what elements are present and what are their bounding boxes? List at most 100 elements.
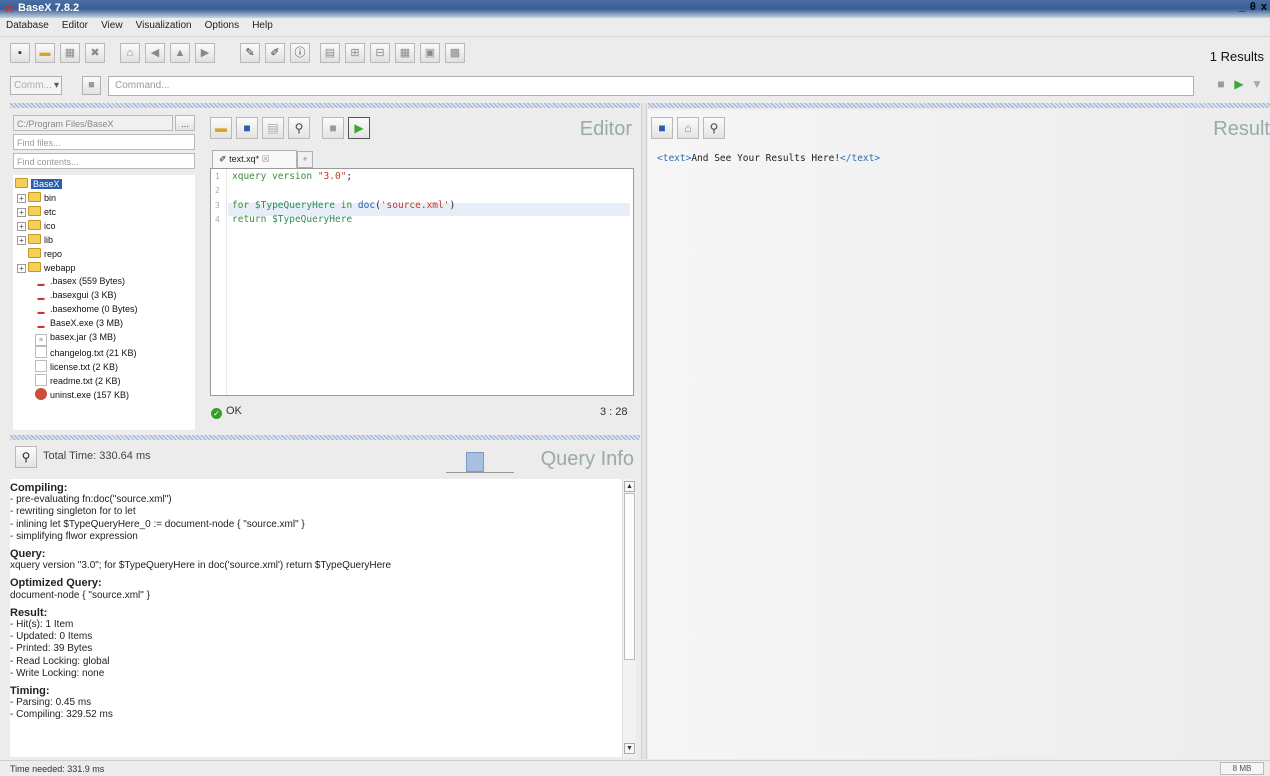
new-database-icon[interactable]: ▪ bbox=[10, 43, 30, 63]
tree-view-icon[interactable]: ⊟ bbox=[370, 43, 390, 63]
stop-command-button[interactable]: ■ bbox=[82, 76, 101, 95]
filter-icon[interactable]: ▼ bbox=[1248, 77, 1266, 91]
menu-help[interactable]: Help bbox=[246, 18, 277, 31]
home-icon[interactable]: ⌂ bbox=[677, 117, 699, 139]
project-path[interactable]: C:/Program Files/BaseX bbox=[13, 115, 173, 131]
tab-text-xq[interactable]: ✐ text.xq* ☒ bbox=[212, 150, 297, 168]
tree-file[interactable]: license.txt (2 KB) bbox=[35, 360, 118, 372]
compiling-line: - pre-evaluating fn:doc("source.xml") bbox=[10, 494, 172, 506]
run-query-icon[interactable]: ▶ bbox=[348, 117, 370, 139]
memory-indicator[interactable]: 8 MB bbox=[1220, 762, 1264, 775]
tree-file[interactable]: ≡ basex.jar (3 MB) bbox=[35, 332, 116, 346]
main-toolbar: ▪ ▬ ▦ ✖ ⌂ ◀ ▲ ▶ ✎ ✐ ⓘ ▤ ⊞ ⊟ ▦ ▣ ▩ 1 Resu… bbox=[0, 36, 1270, 70]
up-icon[interactable]: ▲ bbox=[170, 43, 190, 63]
code-line-4: return $TypeQueryHere bbox=[232, 214, 353, 225]
home-icon[interactable]: ⌂ bbox=[120, 43, 140, 63]
forward-icon[interactable]: ▶ bbox=[195, 43, 215, 63]
scroll-thumb[interactable] bbox=[624, 493, 635, 660]
expand-icon[interactable]: + bbox=[17, 208, 26, 217]
editor-view-icon[interactable]: ✐ bbox=[265, 43, 285, 63]
code-editor[interactable]: 1 2 3 4 xquery version "3.0"; for $TypeQ… bbox=[210, 168, 634, 396]
query-info-text: Compiling: - pre-evaluating fn:doc("sour… bbox=[10, 479, 622, 757]
expand-icon[interactable]: + bbox=[17, 194, 26, 203]
info-view-icon[interactable]: ⓘ bbox=[290, 43, 310, 63]
folder-icon bbox=[28, 262, 41, 272]
splitter-middle[interactable] bbox=[10, 435, 640, 440]
new-tab-button[interactable]: + bbox=[297, 151, 313, 168]
map-view-icon[interactable]: ⊞ bbox=[345, 43, 365, 63]
scroll-down-icon[interactable]: ▼ bbox=[624, 743, 635, 754]
run-icon[interactable]: ▶ bbox=[1230, 77, 1248, 91]
jar-icon: ≡ bbox=[35, 334, 47, 346]
expand-icon[interactable]: + bbox=[17, 264, 26, 273]
stop-query-icon[interactable]: ■ bbox=[322, 117, 344, 139]
open-database-icon[interactable]: ▬ bbox=[35, 43, 55, 63]
query-info-title: Query Info bbox=[540, 448, 634, 470]
menu-database[interactable]: Database bbox=[0, 18, 53, 31]
tree-folder[interactable]: etc bbox=[28, 206, 56, 217]
text-file-icon bbox=[35, 360, 47, 372]
tree-root[interactable]: BaseX bbox=[15, 178, 62, 189]
folder-label: webapp bbox=[44, 263, 76, 273]
folder-icon bbox=[28, 220, 41, 230]
close-database-icon[interactable]: ✖ bbox=[85, 43, 105, 63]
code-line-1: xquery version "3.0"; bbox=[232, 171, 353, 182]
tree-file[interactable]: readme.txt (2 KB) bbox=[35, 374, 121, 386]
input-mode-select[interactable]: Comm... ▾ bbox=[10, 76, 62, 95]
menu-editor[interactable]: Editor bbox=[56, 18, 92, 31]
tree-file[interactable]: ▬ BaseX.exe (3 MB) bbox=[35, 318, 124, 333]
menu-options[interactable]: Options bbox=[199, 18, 243, 31]
back-icon[interactable]: ◀ bbox=[145, 43, 165, 63]
save-result-icon[interactable]: ■ bbox=[651, 117, 673, 139]
tree-folder[interactable]: repo bbox=[28, 248, 62, 259]
plot-view-icon[interactable]: ▩ bbox=[445, 43, 465, 63]
tree-file[interactable]: uninst.exe (157 KB) bbox=[35, 388, 129, 400]
tree-root-label: BaseX bbox=[31, 179, 62, 189]
project-view-icon[interactable]: ✎ bbox=[240, 43, 260, 63]
find-files-input[interactable]: Find files... bbox=[13, 134, 195, 150]
close-file-icon[interactable]: ▤ bbox=[262, 117, 284, 139]
search-icon[interactable]: ⚲ bbox=[288, 117, 310, 139]
open-file-icon[interactable]: ▬ bbox=[210, 117, 232, 139]
explore-view-icon[interactable]: ▣ bbox=[420, 43, 440, 63]
search-icon[interactable]: ⚲ bbox=[703, 117, 725, 139]
result-line: - Write Locking: none bbox=[10, 667, 105, 679]
menu-visualization[interactable]: Visualization bbox=[130, 18, 196, 31]
vertical-splitter[interactable] bbox=[641, 103, 647, 759]
tree-folder[interactable]: bin bbox=[28, 192, 56, 203]
tree-folder[interactable]: ico bbox=[28, 220, 56, 231]
tree-folder[interactable]: lib bbox=[28, 234, 53, 245]
text-file-icon bbox=[35, 374, 47, 386]
info-scrollbar[interactable]: ▲ ▼ bbox=[622, 479, 636, 757]
text-view-icon[interactable]: ▤ bbox=[320, 43, 340, 63]
window-controls[interactable]: _ θ x bbox=[1239, 1, 1268, 13]
search-icon[interactable]: ⚲ bbox=[15, 446, 37, 468]
expand-icon[interactable]: + bbox=[17, 222, 26, 231]
file-label: basex.jar (3 MB) bbox=[50, 332, 117, 342]
database-properties-icon[interactable]: ▦ bbox=[60, 43, 80, 63]
menu-view[interactable]: View bbox=[95, 18, 127, 31]
timing-baseline bbox=[446, 472, 514, 473]
tree-folder[interactable]: webapp bbox=[28, 262, 76, 273]
save-file-icon[interactable]: ■ bbox=[236, 117, 258, 139]
splitter-top-right[interactable] bbox=[648, 103, 1270, 108]
expand-icon[interactable]: + bbox=[17, 236, 26, 245]
table-view-icon[interactable]: ▦ bbox=[395, 43, 415, 63]
menu-bar: Database Editor View Visualization Optio… bbox=[0, 18, 1270, 35]
splitter-top-left[interactable] bbox=[10, 103, 640, 108]
close-tab-icon[interactable]: ☒ bbox=[262, 154, 270, 164]
command-input[interactable]: Command... bbox=[108, 76, 1194, 96]
browse-path-button[interactable]: ... bbox=[175, 115, 195, 131]
find-contents-input[interactable]: Find contents... bbox=[13, 153, 195, 169]
stop-icon[interactable]: ■ bbox=[1212, 77, 1230, 91]
tree-file[interactable]: ▬ .basexhome (0 Bytes) bbox=[35, 304, 138, 319]
tree-file[interactable]: ▬ .basexgui (3 KB) bbox=[35, 290, 117, 305]
line-number: 3 bbox=[215, 201, 220, 210]
result-line: - Read Locking: global bbox=[10, 655, 110, 667]
tree-file[interactable]: changelog.txt (21 KB) bbox=[35, 346, 137, 358]
file-label: .basex (559 Bytes) bbox=[50, 276, 126, 286]
scroll-up-icon[interactable]: ▲ bbox=[624, 481, 635, 492]
folder-label: ico bbox=[44, 221, 56, 231]
file-tab-icon: ✐ bbox=[219, 154, 227, 164]
tree-file[interactable]: ▬ .basex (559 Bytes) bbox=[35, 276, 126, 291]
